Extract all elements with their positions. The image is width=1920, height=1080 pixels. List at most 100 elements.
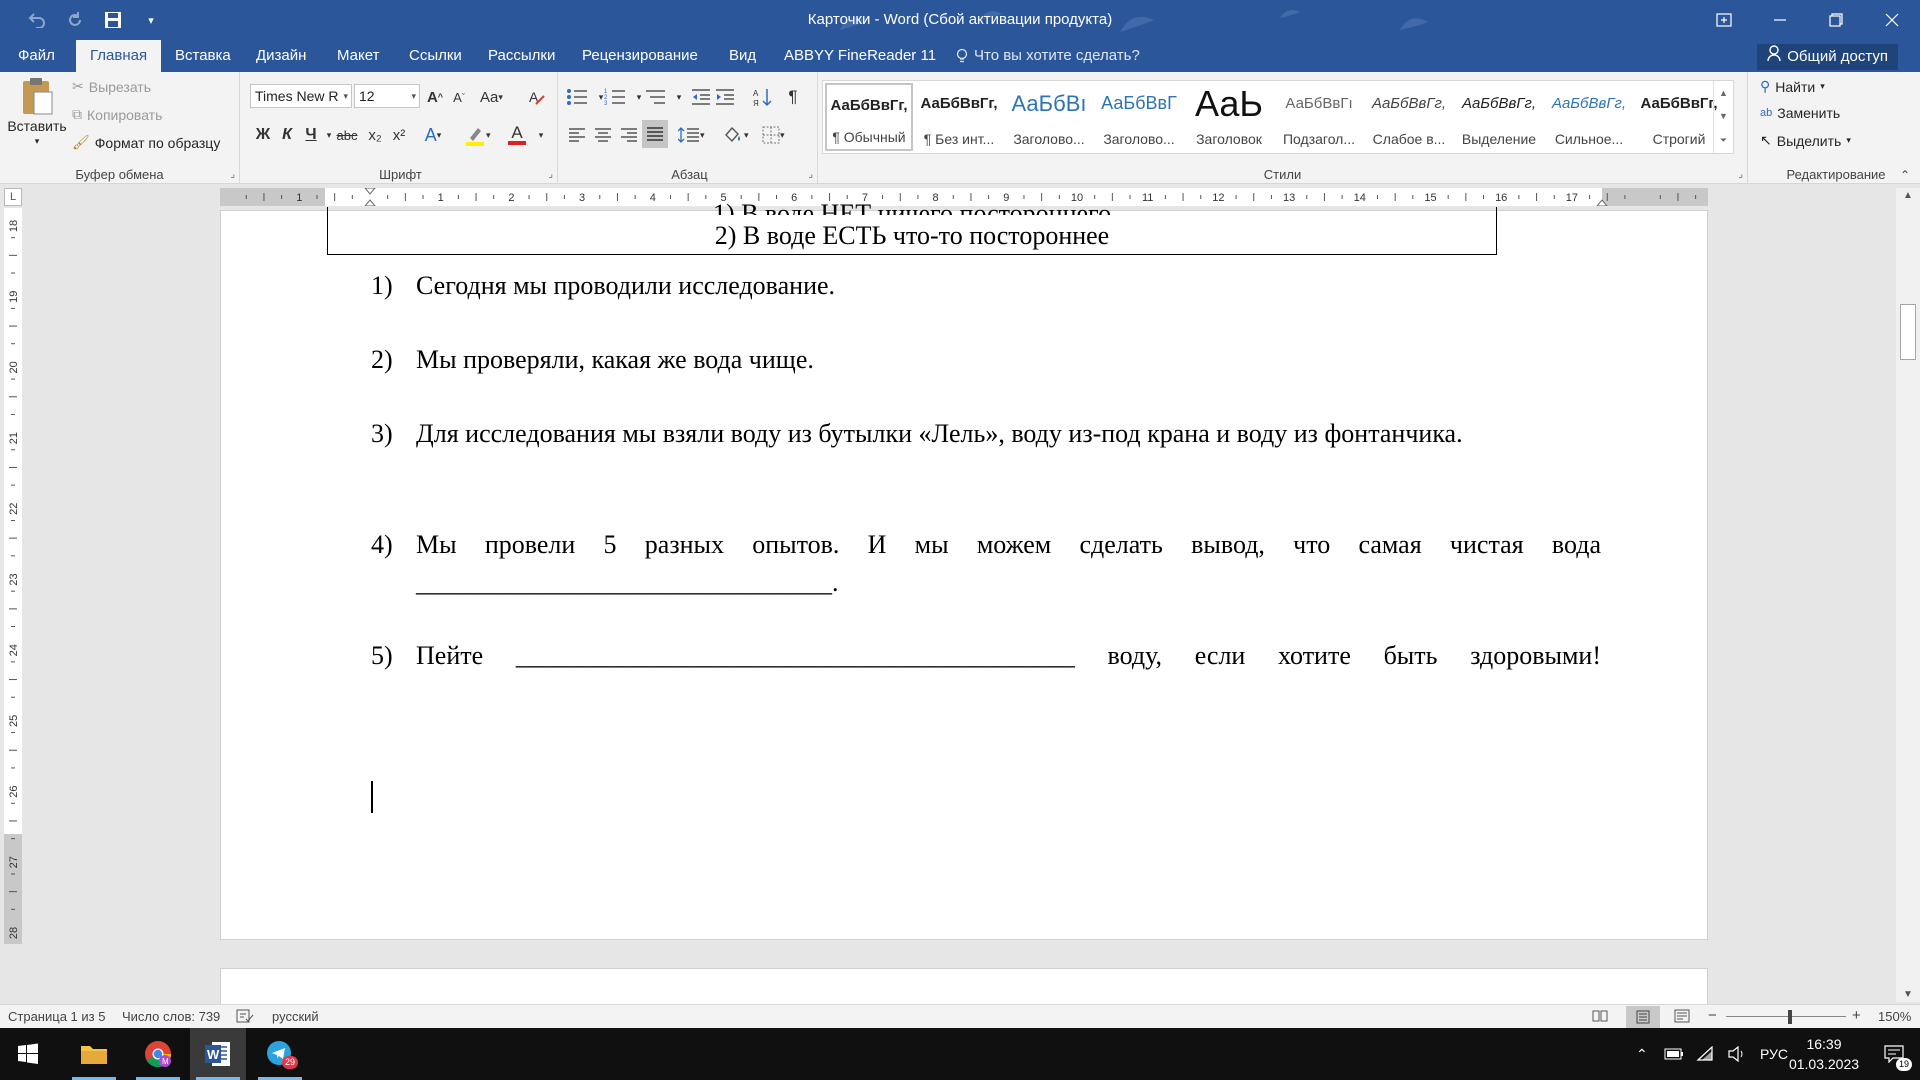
tell-me-box[interactable]: Что вы хотите сделать? (942, 40, 1154, 72)
style-intense-emphasis[interactable]: АаБбВвГг, Сильное... (1545, 83, 1633, 151)
tab-home[interactable]: Главная (76, 40, 162, 72)
document-page-2[interactable] (220, 968, 1708, 1008)
read-mode-icon[interactable] (1592, 1009, 1608, 1026)
tab-selector[interactable]: L (4, 188, 22, 206)
document-page[interactable]: 1) В воде НЕТ ничего постороннего 2) В в… (220, 199, 1708, 940)
style-subtitle[interactable]: АаБбВвГı Подзагол... (1275, 83, 1363, 151)
taskbar-telegram[interactable]: 29 (252, 1028, 308, 1080)
strikethrough-button[interactable]: abc (336, 122, 358, 148)
scroll-down-icon[interactable]: ▼ (1896, 989, 1920, 1000)
style-subtle-emphasis[interactable]: АаБбВвГг, Слабое в... (1365, 83, 1453, 151)
text-box[interactable]: 1) В воде НЕТ ничего постороннего 2) В в… (327, 199, 1497, 255)
shading-icon[interactable]: ▾ (722, 122, 749, 148)
font-color-icon[interactable]: A (506, 122, 528, 148)
pilcrow-icon[interactable]: ¶ (782, 84, 804, 110)
replace-button[interactable]: ab Заменить (1760, 105, 1840, 121)
paste-button[interactable]: Вставить ▾ (6, 76, 68, 147)
zoom-level[interactable]: 150% (1878, 1009, 1911, 1024)
taskbar-explorer[interactable] (66, 1028, 122, 1080)
style-no-spacing[interactable]: АаБбВвГг, ¶ Без инт... (915, 83, 1003, 151)
minimize-icon[interactable] (1752, 0, 1808, 40)
subscript-button[interactable]: x₂ (364, 122, 386, 148)
language-indicator[interactable]: русский (272, 1009, 319, 1024)
increase-indent-icon[interactable] (714, 84, 736, 110)
gallery-more-icon[interactable]: ⏷ (1720, 135, 1727, 146)
tray-overflow-icon[interactable]: ⌃ (1636, 1028, 1648, 1080)
styles-launcher-icon[interactable]: ⌟ (1738, 169, 1743, 180)
style-heading-1[interactable]: АаБбВı Заголово... (1005, 83, 1093, 151)
collapse-ribbon-icon[interactable]: ⌃ (1900, 168, 1910, 182)
gallery-up-icon[interactable]: ▲ (1719, 88, 1728, 98)
tab-design[interactable]: Дизайн (242, 40, 320, 72)
paragraph-launcher-icon[interactable]: ⌟ (808, 169, 813, 180)
cut-button[interactable]: ✂ Вырезать (72, 78, 151, 95)
sort-icon[interactable]: AЯ (752, 84, 774, 110)
vertical-scrollbar[interactable]: ▲ ▼ (1896, 188, 1920, 1002)
multilevel-list-icon[interactable] (644, 84, 666, 110)
superscript-button[interactable]: x² (388, 122, 410, 148)
shrink-font-icon[interactable]: Aˇ (448, 84, 470, 110)
ribbon-display-icon[interactable] (1696, 0, 1752, 40)
style-title[interactable]: АаЬ Заголовок (1185, 83, 1273, 151)
vertical-ruler[interactable]: 18 19 20 21 22 23 24 25 26 27 28 (4, 208, 22, 944)
proofing-icon[interactable] (236, 1009, 254, 1026)
tab-review[interactable]: Рецензирование (568, 40, 712, 72)
style-emphasis[interactable]: АаБбВвГг, Выделение (1455, 83, 1543, 151)
zoom-slider[interactable] (1726, 1016, 1846, 1017)
clock[interactable]: 16:39 01.03.2023 (1772, 1028, 1876, 1080)
align-left-icon[interactable] (566, 122, 588, 148)
style-normal[interactable]: АаБбВвГг, ¶ Обычный (825, 83, 913, 151)
font-size-combo[interactable]: 12 ▾ (354, 84, 420, 108)
scrollbar-thumb[interactable] (1900, 304, 1916, 360)
format-painter-button[interactable]: 🖌 Формат по образцу (72, 134, 220, 151)
clear-formatting-icon[interactable]: A (526, 84, 548, 110)
zoom-in-button[interactable]: + (1852, 1007, 1861, 1024)
tab-view[interactable]: Вид (715, 40, 770, 72)
tab-insert[interactable]: Вставка (161, 40, 245, 72)
share-button[interactable]: Общий доступ (1757, 44, 1898, 70)
align-center-icon[interactable] (592, 122, 614, 148)
font-color-dropdown-icon[interactable]: ▾ (530, 122, 552, 148)
multilevel-dropdown-icon[interactable]: ▾ (668, 84, 690, 110)
print-layout-icon[interactable] (1626, 1006, 1660, 1028)
volume-icon[interactable] (1728, 1028, 1746, 1080)
start-button[interactable] (0, 1028, 56, 1080)
justify-icon[interactable] (642, 120, 668, 148)
tab-file[interactable]: Файл (4, 40, 69, 72)
text-effects-icon[interactable]: A ▾ (422, 122, 444, 148)
clipboard-launcher-icon[interactable]: ⌟ (230, 169, 235, 180)
close-icon[interactable] (1864, 0, 1920, 40)
page-counter[interactable]: Страница 1 из 5 (8, 1009, 105, 1024)
paste-dropdown-icon[interactable]: ▾ (35, 136, 40, 147)
tab-abbyy[interactable]: ABBYY FineReader 11 (770, 40, 950, 72)
borders-icon[interactable]: ▾ (762, 122, 785, 148)
zoom-out-button[interactable]: − (1708, 1007, 1717, 1024)
decrease-indent-icon[interactable] (690, 84, 712, 110)
bold-button[interactable]: Ж (252, 122, 274, 148)
word-count[interactable]: Число слов: 739 (122, 1009, 220, 1024)
tab-mailings[interactable]: Рассылки (474, 40, 569, 72)
web-layout-icon[interactable] (1674, 1009, 1690, 1026)
wifi-icon[interactable] (1696, 1028, 1714, 1080)
font-name-combo[interactable]: Times New R ▾ (250, 84, 352, 108)
line-spacing-icon[interactable]: ▾ (678, 122, 705, 148)
taskbar-word[interactable]: W (190, 1028, 246, 1080)
style-heading-2[interactable]: АаБбВвГ Заголово... (1095, 83, 1183, 151)
align-right-icon[interactable] (618, 122, 640, 148)
gallery-down-icon[interactable]: ▼ (1719, 111, 1728, 121)
scroll-up-icon[interactable]: ▲ (1896, 190, 1920, 201)
italic-button[interactable]: К (276, 122, 298, 148)
battery-icon[interactable] (1664, 1028, 1684, 1080)
tab-references[interactable]: Ссылки (395, 40, 476, 72)
change-case-icon[interactable]: Aa ▾ (480, 84, 503, 110)
tab-layout[interactable]: Макет (323, 40, 393, 72)
font-launcher-icon[interactable]: ⌟ (548, 169, 553, 180)
copy-button[interactable]: ⧉ Копировать (72, 106, 162, 123)
style-strong[interactable]: АаБбВвГг, Строгий (1635, 83, 1723, 151)
right-indent-marker[interactable] (1596, 199, 1608, 206)
taskbar-chrome[interactable]: M (130, 1028, 186, 1080)
numbering-icon[interactable]: 123 (604, 84, 626, 110)
find-button[interactable]: ⚲ Найти ▾ (1760, 78, 1825, 95)
bullets-icon[interactable] (566, 84, 588, 110)
notifications-icon[interactable]: 19 (1872, 1028, 1916, 1080)
